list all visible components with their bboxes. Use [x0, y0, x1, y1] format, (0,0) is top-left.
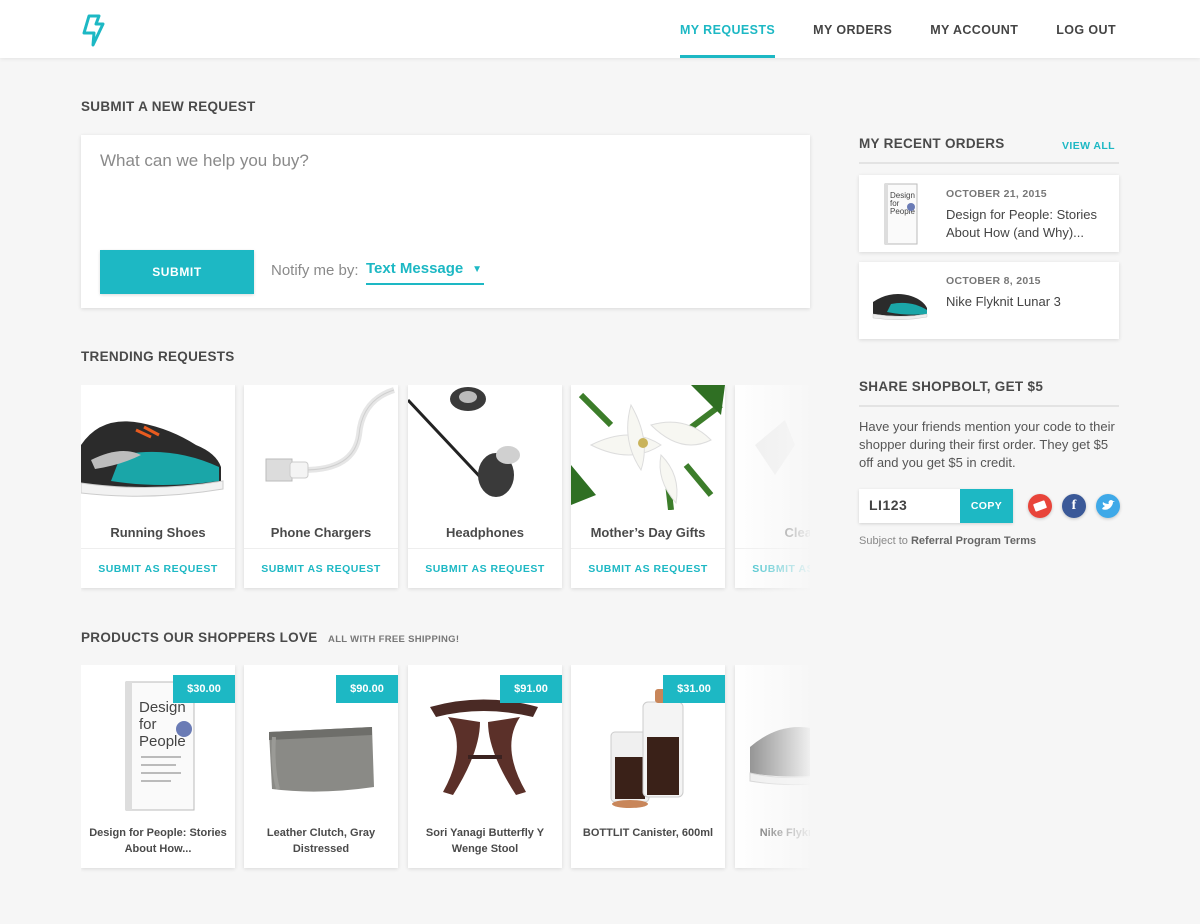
order-name: Nike Flyknit Lunar 3 [946, 294, 1061, 309]
submit-as-request-button[interactable]: SUBMIT AS REQUEST [408, 548, 562, 588]
trending-label: Phone Chargers [270, 525, 372, 540]
price-badge: $30.00 [173, 675, 235, 703]
product-card[interactable]: $90.00 Leather Clutch, Gray Distressed [244, 665, 398, 868]
notify-method-value: Text Message [366, 260, 464, 277]
order-date: OCTOBER 8, 2015 [946, 275, 1041, 287]
price-badge: $31.00 [663, 675, 725, 703]
submit-as-request-button[interactable]: SUBMIT AS REQUEST [571, 548, 725, 588]
book-title-line: People [139, 733, 186, 750]
product-card[interactable]: $91.00 Sori Yanagi Butterfly Y Wenge Sto… [408, 665, 562, 868]
order-date: OCTOBER 21, 2015 [946, 188, 1047, 200]
referral-code-field[interactable]: LI123 COPY [859, 489, 1013, 523]
trending-label: Cleaning [784, 525, 810, 540]
running-shoe-image [81, 385, 235, 510]
nav-log-out[interactable]: LOG OUT [1056, 0, 1116, 58]
shoe-thumbnail [871, 270, 933, 332]
notify-method-select[interactable]: Text Message ▼ [366, 260, 484, 285]
lily-flowers-image [571, 385, 725, 510]
price-badge: $90.00 [336, 675, 398, 703]
trending-label: Mother’s Day Gifts [590, 525, 706, 540]
share-title: SHARE SHOPBOLT, GET $5 [859, 379, 1044, 394]
products-subtitle: ALL WITH FREE SHIPPING! [328, 634, 460, 645]
nav-my-account[interactable]: MY ACCOUNT [930, 0, 1018, 58]
referral-code: LI123 [869, 497, 908, 513]
terms-prefix: Subject to [859, 535, 908, 547]
phone-charger-image [244, 385, 398, 510]
book-thumbnail: Design for People [871, 183, 933, 245]
recent-orders-header: MY RECENT ORDERS VIEW ALL [859, 136, 1119, 164]
trending-card[interactable]: Phone Chargers SUBMIT AS REQUEST [244, 385, 398, 588]
book-title-line: for [139, 716, 157, 733]
notify-label: Notify me by: [271, 262, 359, 279]
caret-down-icon: ▼ [472, 264, 482, 275]
share-header: SHARE SHOPBOLT, GET $5 [859, 379, 1119, 407]
products-row: Design for People $30.00 Design for Peop… [81, 665, 810, 875]
top-header: MY REQUESTS MY ORDERS MY ACCOUNT LOG OUT [0, 0, 1200, 58]
product-name: Nike Flyknit Lunar 3 [759, 827, 810, 839]
headphones-image [408, 385, 562, 510]
product-card[interactable]: Nike Flyknit Lunar 3 [735, 665, 810, 868]
product-name: BOTTLIT Canister, 600ml [582, 827, 714, 839]
nav-my-orders[interactable]: MY ORDERS [813, 0, 892, 58]
trending-card[interactable]: Headphones SUBMIT AS REQUEST [408, 385, 562, 588]
view-all-link[interactable]: VIEW ALL [1062, 140, 1115, 152]
products-title: PRODUCTS OUR SHOPPERS LOVE [81, 630, 318, 645]
email-icon[interactable] [1028, 494, 1052, 518]
trending-label: Headphones [445, 525, 524, 540]
submit-request-title: SUBMIT A NEW REQUEST [81, 99, 256, 114]
order-item[interactable]: OCTOBER 8, 2015 Nike Flyknit Lunar 3 [859, 262, 1119, 339]
submit-as-request-button[interactable]: SUBMIT AS REQUEST [244, 548, 398, 588]
twitter-icon[interactable] [1096, 494, 1120, 518]
trending-label: Running Shoes [110, 525, 206, 540]
submit-as-request-button[interactable]: SUBMIT AS REQUEST [735, 548, 810, 588]
submit-as-request-button[interactable]: SUBMIT AS REQUEST [81, 548, 235, 588]
product-name: Design for People: Stories About How... [89, 827, 227, 855]
nav-my-requests[interactable]: MY REQUESTS [679, 0, 776, 58]
trending-card[interactable]: Running Shoes SUBMIT AS REQUEST [81, 385, 235, 588]
main-nav: MY REQUESTS MY ORDERS MY ACCOUNT LOG OUT [642, 0, 1116, 58]
request-form: SUBMIT Notify me by: Text Message ▼ [81, 135, 810, 308]
order-name: Design for People: Stories About How (an… [946, 207, 1098, 240]
product-card[interactable]: $31.00 BOTTLIT Canister, 600ml [571, 665, 725, 868]
product-card[interactable]: Design for People $30.00 Design for Peop… [81, 665, 235, 868]
referral-terms-link[interactable]: Referral Program Terms [911, 535, 1036, 547]
trending-row: Running Shoes SUBMIT AS REQUEST Phone Ch… [81, 385, 810, 595]
products-heading: PRODUCTS OUR SHOPPERS LOVE ALL WITH FREE… [81, 629, 459, 647]
copy-button[interactable]: COPY [960, 489, 1013, 523]
nike-shoe-image [735, 677, 810, 817]
product-name: Sori Yanagi Butterfly Y Wenge Stool [425, 827, 545, 855]
facebook-icon[interactable]: f [1062, 494, 1086, 518]
trending-card[interactable]: Mother’s Day Gifts SUBMIT AS REQUEST [571, 385, 725, 588]
referral-terms: Subject to Referral Program Terms [859, 535, 1036, 547]
product-name: Leather Clutch, Gray Distressed [266, 827, 376, 855]
trending-title: TRENDING REQUESTS [81, 349, 235, 364]
cleaning-image [735, 385, 810, 510]
price-badge: $91.00 [500, 675, 562, 703]
order-item[interactable]: Design for People OCTOBER 21, 2015 Desig… [859, 175, 1119, 252]
trending-card[interactable]: Cleaning SUBMIT AS REQUEST [735, 385, 810, 588]
share-description: Have your friends mention your code to t… [859, 419, 1115, 470]
lightning-bolt-icon[interactable] [80, 14, 106, 48]
submit-button[interactable]: SUBMIT [100, 250, 254, 294]
request-input[interactable] [100, 151, 780, 171]
